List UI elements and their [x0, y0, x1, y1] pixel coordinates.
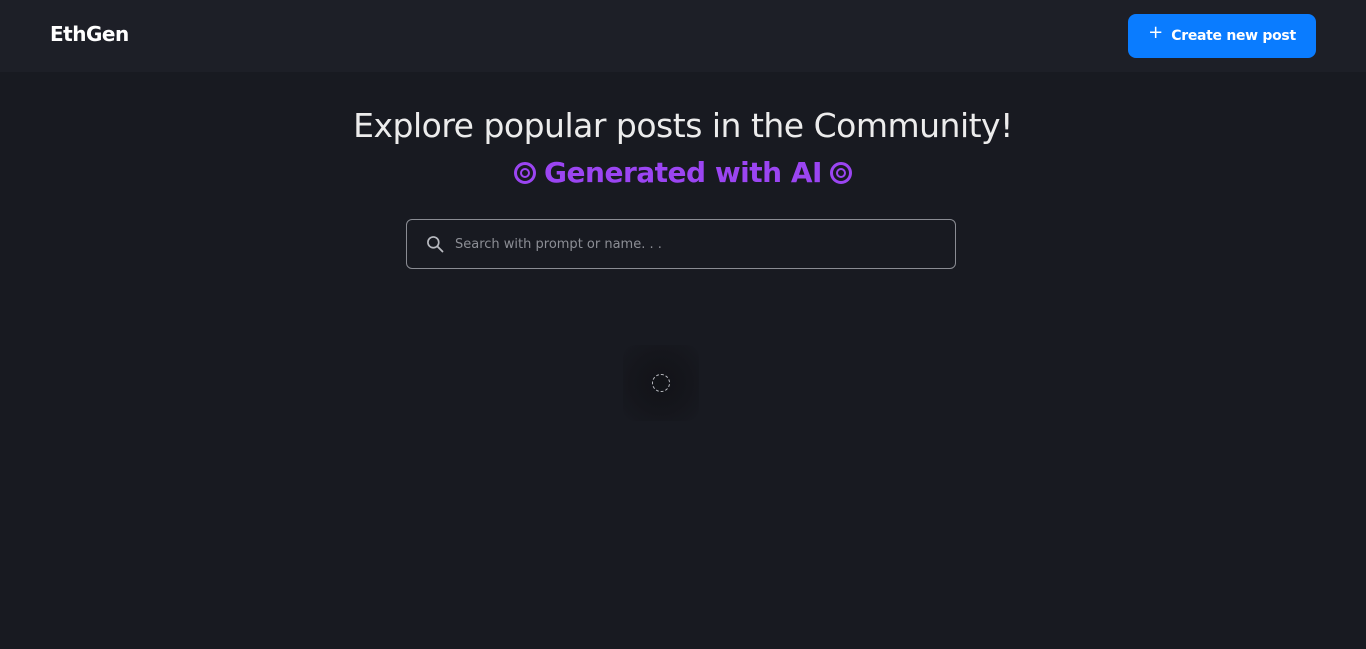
- target-icon: [829, 161, 852, 184]
- logo[interactable]: EthGen: [50, 22, 129, 46]
- subtitle-text: Generated with AI: [544, 156, 822, 189]
- create-new-post-button[interactable]: + Create new post: [1128, 14, 1316, 58]
- create-new-post-label: Create new post: [1171, 28, 1296, 44]
- top-navbar: EthGen + Create new post: [0, 0, 1366, 72]
- target-icon: [514, 161, 537, 184]
- search-input[interactable]: [455, 236, 935, 252]
- loader-container: [623, 345, 699, 421]
- spinner-icon: [652, 374, 670, 392]
- page-subtitle: Generated with AI: [0, 156, 1366, 189]
- search-icon: [427, 236, 444, 253]
- page-title: Explore popular posts in the Community!: [353, 106, 1013, 145]
- search-box[interactable]: [406, 219, 956, 269]
- plus-icon: +: [1148, 22, 1164, 43]
